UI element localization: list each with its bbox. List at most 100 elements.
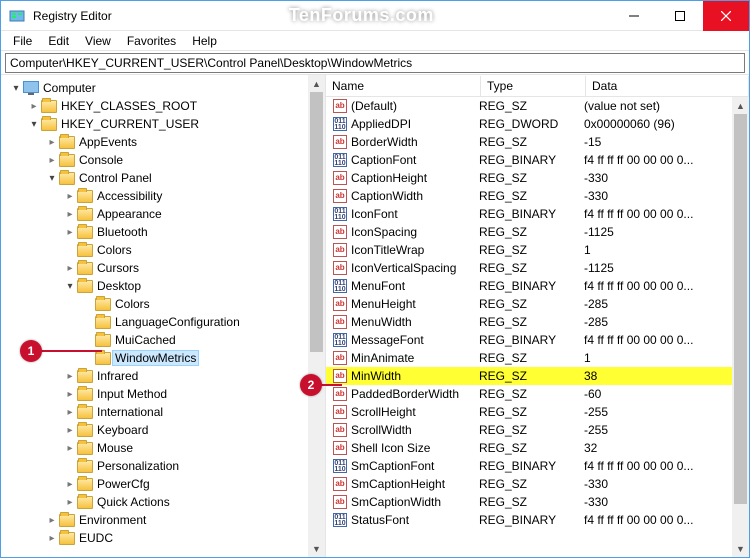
value-row-minwidth[interactable]: abMinWidthREG_SZ38 xyxy=(326,367,749,385)
expand-arrow-icon[interactable] xyxy=(45,137,59,148)
column-header-name[interactable]: Name xyxy=(326,76,481,96)
expand-arrow-icon[interactable] xyxy=(63,371,77,382)
expand-arrow-icon[interactable] xyxy=(45,155,59,166)
tree-item-powercfg[interactable]: PowerCfg xyxy=(5,475,325,493)
tree-item-eudc[interactable]: EUDC xyxy=(5,529,325,547)
expand-arrow-icon[interactable] xyxy=(63,263,77,274)
tree-item-appevents[interactable]: AppEvents xyxy=(5,133,325,151)
expand-arrow-icon[interactable] xyxy=(45,173,59,184)
value-type: REG_SZ xyxy=(479,261,584,275)
value-row-iconfont[interactable]: 011110IconFontREG_BINARYf4 ff ff ff 00 0… xyxy=(326,205,749,223)
list-scrollbar[interactable]: ▲ ▼ xyxy=(732,97,749,557)
value-row-shell-icon-size[interactable]: abShell Icon SizeREG_SZ32 xyxy=(326,439,749,457)
expand-arrow-icon[interactable] xyxy=(63,425,77,436)
folder-icon xyxy=(77,458,93,474)
expand-arrow-icon[interactable] xyxy=(63,407,77,418)
value-row-captionwidth[interactable]: abCaptionWidthREG_SZ-330 xyxy=(326,187,749,205)
tree-item-label: Console xyxy=(79,153,123,167)
expand-arrow-icon[interactable] xyxy=(63,281,77,292)
tree-item-computer[interactable]: Computer xyxy=(5,79,325,97)
value-data: 1 xyxy=(584,351,749,365)
value-row-smcaptionwidth[interactable]: abSmCaptionWidthREG_SZ-330 xyxy=(326,493,749,511)
value-row-borderwidth[interactable]: abBorderWidthREG_SZ-15 xyxy=(326,133,749,151)
list-header[interactable]: Name Type Data xyxy=(326,75,749,97)
menu-edit[interactable]: Edit xyxy=(40,32,77,50)
value-row-scrollwidth[interactable]: abScrollWidthREG_SZ-255 xyxy=(326,421,749,439)
scroll-thumb[interactable] xyxy=(734,114,747,504)
watermark-text: TenForums.com xyxy=(112,5,611,26)
address-input[interactable] xyxy=(5,53,745,73)
value-row-captionheight[interactable]: abCaptionHeightREG_SZ-330 xyxy=(326,169,749,187)
value-row-statusfont[interactable]: 011110StatusFontREG_BINARYf4 ff ff ff 00… xyxy=(326,511,749,529)
value-row-applieddpi[interactable]: 011110AppliedDPIREG_DWORD0x00000060 (96) xyxy=(326,115,749,133)
menu-view[interactable]: View xyxy=(77,32,119,50)
tree-item-label: Appearance xyxy=(97,207,162,221)
expand-arrow-icon[interactable] xyxy=(9,83,23,94)
expand-arrow-icon[interactable] xyxy=(45,515,59,526)
tree-item-infrared[interactable]: Infrared xyxy=(5,367,325,385)
tree-scrollbar[interactable]: ▲ ▼ xyxy=(308,75,325,557)
value-row-scrollheight[interactable]: abScrollHeightREG_SZ-255 xyxy=(326,403,749,421)
tree-item-desktop[interactable]: Desktop xyxy=(5,277,325,295)
expand-arrow-icon[interactable] xyxy=(63,389,77,400)
column-header-data[interactable]: Data xyxy=(586,76,749,96)
value-row-menuwidth[interactable]: abMenuWidthREG_SZ-285 xyxy=(326,313,749,331)
scroll-up-button[interactable]: ▲ xyxy=(732,97,749,114)
expand-arrow-icon[interactable] xyxy=(63,479,77,490)
menu-favorites[interactable]: Favorites xyxy=(119,32,184,50)
expand-arrow-icon[interactable] xyxy=(63,227,77,238)
tree-item-muicached[interactable]: MuiCached xyxy=(5,331,325,349)
tree-item-accessibility[interactable]: Accessibility xyxy=(5,187,325,205)
value-row-minanimate[interactable]: abMinAnimateREG_SZ1 xyxy=(326,349,749,367)
expand-arrow-icon[interactable] xyxy=(63,497,77,508)
tree-item-hkey-current-user[interactable]: HKEY_CURRENT_USER xyxy=(5,115,325,133)
scroll-up-button[interactable]: ▲ xyxy=(308,75,325,92)
column-header-type[interactable]: Type xyxy=(481,76,586,96)
value-row-smcaptionfont[interactable]: 011110SmCaptionFontREG_BINARYf4 ff ff ff… xyxy=(326,457,749,475)
value-row-menufont[interactable]: 011110MenuFontREG_BINARYf4 ff ff ff 00 0… xyxy=(326,277,749,295)
tree-item-colors[interactable]: Colors xyxy=(5,241,325,259)
minimize-button[interactable] xyxy=(611,1,657,31)
reg-binary-icon: 011110 xyxy=(332,512,348,528)
tree-panel[interactable]: ComputerHKEY_CLASSES_ROOTHKEY_CURRENT_US… xyxy=(1,75,326,557)
tree-item-quick-actions[interactable]: Quick Actions xyxy=(5,493,325,511)
tree-item-mouse[interactable]: Mouse xyxy=(5,439,325,457)
value-row-icontitlewrap[interactable]: abIconTitleWrapREG_SZ1 xyxy=(326,241,749,259)
maximize-button[interactable] xyxy=(657,1,703,31)
value-row--default-[interactable]: ab(Default)REG_SZ(value not set) xyxy=(326,97,749,115)
tree-item-hkey-classes-root[interactable]: HKEY_CLASSES_ROOT xyxy=(5,97,325,115)
tree-item-input-method[interactable]: Input Method xyxy=(5,385,325,403)
reg-string-icon: ab xyxy=(332,134,348,150)
value-row-iconspacing[interactable]: abIconSpacingREG_SZ-1125 xyxy=(326,223,749,241)
close-button[interactable] xyxy=(703,1,749,31)
tree-item-bluetooth[interactable]: Bluetooth xyxy=(5,223,325,241)
tree-item-appearance[interactable]: Appearance xyxy=(5,205,325,223)
menu-help[interactable]: Help xyxy=(184,32,225,50)
tree-item-environment[interactable]: Environment xyxy=(5,511,325,529)
tree-item-console[interactable]: Console xyxy=(5,151,325,169)
expand-arrow-icon[interactable] xyxy=(27,119,41,130)
tree-item-control-panel[interactable]: Control Panel xyxy=(5,169,325,187)
value-row-smcaptionheight[interactable]: abSmCaptionHeightREG_SZ-330 xyxy=(326,475,749,493)
value-row-iconverticalspacing[interactable]: abIconVerticalSpacingREG_SZ-1125 xyxy=(326,259,749,277)
tree-item-international[interactable]: International xyxy=(5,403,325,421)
scroll-thumb[interactable] xyxy=(310,92,323,352)
tree-item-personalization[interactable]: Personalization xyxy=(5,457,325,475)
tree-item-colors[interactable]: Colors xyxy=(5,295,325,313)
value-row-paddedborderwidth[interactable]: abPaddedBorderWidthREG_SZ-60 xyxy=(326,385,749,403)
value-row-messagefont[interactable]: 011110MessageFontREG_BINARYf4 ff ff ff 0… xyxy=(326,331,749,349)
expand-arrow-icon[interactable] xyxy=(63,209,77,220)
tree-item-languageconfiguration[interactable]: LanguageConfiguration xyxy=(5,313,325,331)
expand-arrow-icon[interactable] xyxy=(63,191,77,202)
scroll-down-button[interactable]: ▼ xyxy=(732,540,749,557)
expand-arrow-icon[interactable] xyxy=(27,101,41,112)
scroll-down-button[interactable]: ▼ xyxy=(308,540,325,557)
list-body[interactable]: ab(Default)REG_SZ(value not set)011110Ap… xyxy=(326,97,749,557)
tree-item-cursors[interactable]: Cursors xyxy=(5,259,325,277)
value-row-captionfont[interactable]: 011110CaptionFontREG_BINARYf4 ff ff ff 0… xyxy=(326,151,749,169)
expand-arrow-icon[interactable] xyxy=(45,533,59,544)
tree-item-keyboard[interactable]: Keyboard xyxy=(5,421,325,439)
value-row-menuheight[interactable]: abMenuHeightREG_SZ-285 xyxy=(326,295,749,313)
menu-file[interactable]: File xyxy=(5,32,40,50)
expand-arrow-icon[interactable] xyxy=(63,443,77,454)
